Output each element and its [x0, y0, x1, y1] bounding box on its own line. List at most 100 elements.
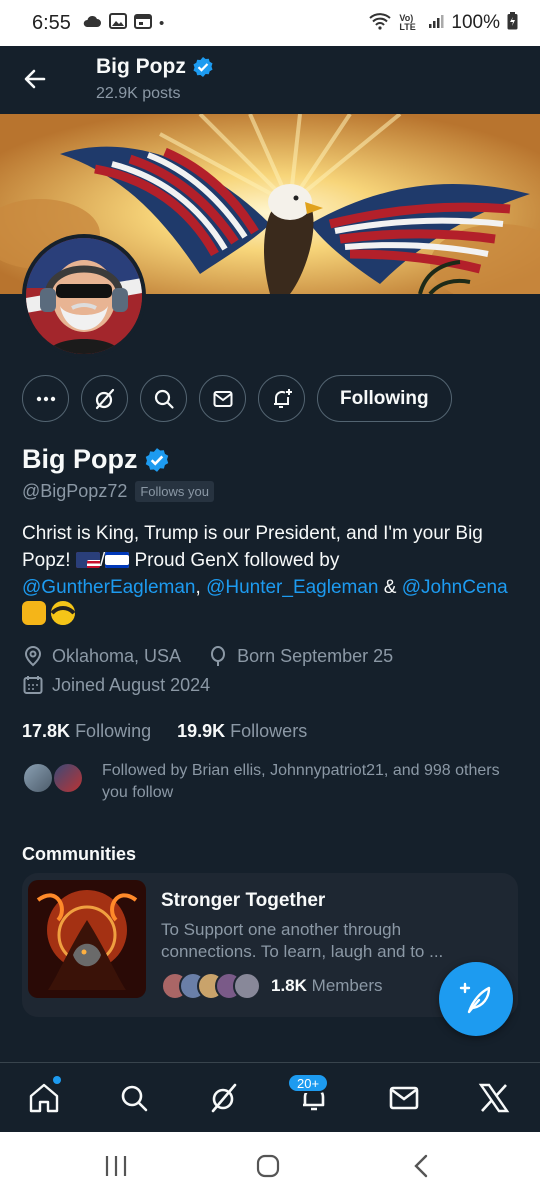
- profile-name: Big Popz: [22, 444, 170, 475]
- joined-text: Joined August 2024: [52, 674, 211, 695]
- flexed-biceps-emoji-icon: [22, 601, 46, 625]
- home-unread-dot: [53, 1076, 61, 1084]
- bottom-tab-bar: [0, 1062, 540, 1132]
- home-circle-icon: [256, 1154, 280, 1178]
- home-system-button[interactable]: [254, 1152, 282, 1180]
- tab-messages[interactable]: [386, 1080, 422, 1116]
- us-flag-icon: [75, 552, 100, 568]
- avatar: [22, 762, 54, 794]
- members-count-text: 1.8K Members: [271, 976, 383, 996]
- bio-comma: ,: [195, 577, 201, 598]
- header-name-text: Big Popz: [96, 55, 186, 78]
- profile-name-text: Big Popz: [22, 444, 138, 474]
- calendar-icon: [23, 676, 43, 694]
- followers-count-link[interactable]: 19.9K Followers: [177, 721, 307, 742]
- back-button[interactable]: [20, 64, 50, 94]
- bell-plus-icon: [273, 388, 292, 408]
- member-avatars: [161, 972, 261, 1000]
- compose-post-button[interactable]: [439, 962, 513, 1036]
- envelope-icon: [213, 390, 232, 407]
- community-title: Stronger Together: [161, 890, 326, 911]
- community-members: 1.8K Members: [161, 972, 383, 1000]
- location-pin-icon: [24, 645, 42, 667]
- grok-button[interactable]: [81, 375, 128, 422]
- notification-dot: •: [158, 14, 165, 32]
- envelope-icon: [389, 1086, 419, 1110]
- community-image: [28, 880, 146, 998]
- clock: 6:55: [32, 11, 71, 34]
- mention-link[interactable]: @Hunter_Eagleman: [206, 577, 378, 598]
- birthday-text: Born September 25: [237, 645, 394, 666]
- meta-row-1: Oklahoma, USA Born September 25: [22, 645, 393, 667]
- following-count: 17.8K: [22, 721, 71, 741]
- profile-bio: Christ is King, Trump is our President, …: [22, 520, 522, 629]
- following-label: Following: [75, 721, 152, 741]
- follow-counts: 17.8K Following 19.9K Followers: [22, 721, 307, 742]
- search-icon: [121, 1085, 148, 1112]
- message-button[interactable]: [199, 375, 246, 422]
- cloud-icon: [82, 14, 102, 32]
- tab-search[interactable]: [116, 1080, 152, 1116]
- bio-ampersand: &: [383, 577, 397, 598]
- more-horizontal-icon: [36, 396, 55, 401]
- more-options-button[interactable]: [22, 375, 69, 422]
- following-count-link[interactable]: 17.8K Following: [22, 721, 151, 742]
- avatar: [233, 972, 261, 1000]
- signal-icon: [428, 13, 444, 33]
- followers-label: Followers: [230, 721, 308, 741]
- members-label: Members: [311, 976, 383, 995]
- handle-row: @BigPopz72 Follows you: [22, 481, 214, 502]
- mention-link[interactable]: @GuntherEagleman: [22, 577, 196, 598]
- tab-x[interactable]: [476, 1080, 512, 1116]
- followed-by-text: Followed by Brian ellis, Johnnypatriot21…: [102, 762, 500, 801]
- follows-you-badge: Follows you: [135, 481, 214, 502]
- tab-home[interactable]: [26, 1080, 62, 1116]
- notify-button[interactable]: [258, 375, 305, 422]
- search-profile-button[interactable]: [140, 375, 187, 422]
- wifi-icon: [368, 12, 392, 34]
- profile-header: Big Popz 22.9K posts: [0, 46, 540, 114]
- home-icon: [29, 1083, 59, 1113]
- avatar: [52, 762, 84, 794]
- followed-by-row[interactable]: Followed by Brian ellis, Johnnypatriot21…: [22, 760, 502, 804]
- phoenix-illustration: [28, 880, 146, 998]
- communities-heading: Communities: [22, 844, 137, 864]
- balloon-icon: [211, 646, 226, 666]
- recent-apps-button[interactable]: [100, 1152, 132, 1180]
- profile-actions: Following: [22, 375, 452, 422]
- verified-badge-icon: [193, 57, 213, 77]
- following-button[interactable]: Following: [317, 375, 452, 422]
- gallery-icon: [108, 13, 127, 33]
- members-count: 1.8K: [271, 976, 307, 995]
- grok-icon: [95, 388, 114, 409]
- followers-count: 19.9K: [177, 721, 226, 741]
- battery-icon: [507, 12, 518, 34]
- sunglasses-emoji-icon: [51, 601, 76, 625]
- israel-flag-icon: [105, 552, 130, 568]
- search-icon: [154, 389, 174, 409]
- header-name: Big Popz: [96, 55, 214, 79]
- meta-row-2: Joined August 2024: [22, 674, 210, 696]
- compose-feather-icon: [459, 982, 491, 1014]
- back-system-button[interactable]: [408, 1152, 436, 1180]
- chevron-left-icon: [414, 1154, 428, 1178]
- bio-text-2: Proud GenX followed by: [134, 550, 340, 571]
- mention-link[interactable]: @JohnCena: [402, 577, 508, 598]
- tab-grok[interactable]: [206, 1080, 242, 1116]
- system-navigation-bar: [0, 1132, 540, 1200]
- followed-by-avatars: [22, 762, 88, 794]
- location-text: Oklahoma, USA: [52, 645, 182, 666]
- x-logo-icon: [478, 1083, 510, 1113]
- notifications-badge: 20+: [287, 1073, 330, 1093]
- community-description: To Support one another through connectio…: [161, 920, 444, 961]
- volte-icon: Vo) LTE: [399, 13, 416, 32]
- profile-handle: @BigPopz72: [22, 481, 128, 501]
- avatar-illustration: [26, 238, 142, 354]
- arrow-left-icon: [24, 69, 46, 89]
- calendar-status-icon: [133, 13, 152, 33]
- post-count: 22.9K posts: [96, 85, 181, 102]
- recents-icon: [105, 1156, 127, 1176]
- verified-badge-icon[interactable]: [144, 447, 170, 473]
- battery-percent: 100%: [451, 12, 500, 33]
- profile-avatar[interactable]: [22, 234, 146, 358]
